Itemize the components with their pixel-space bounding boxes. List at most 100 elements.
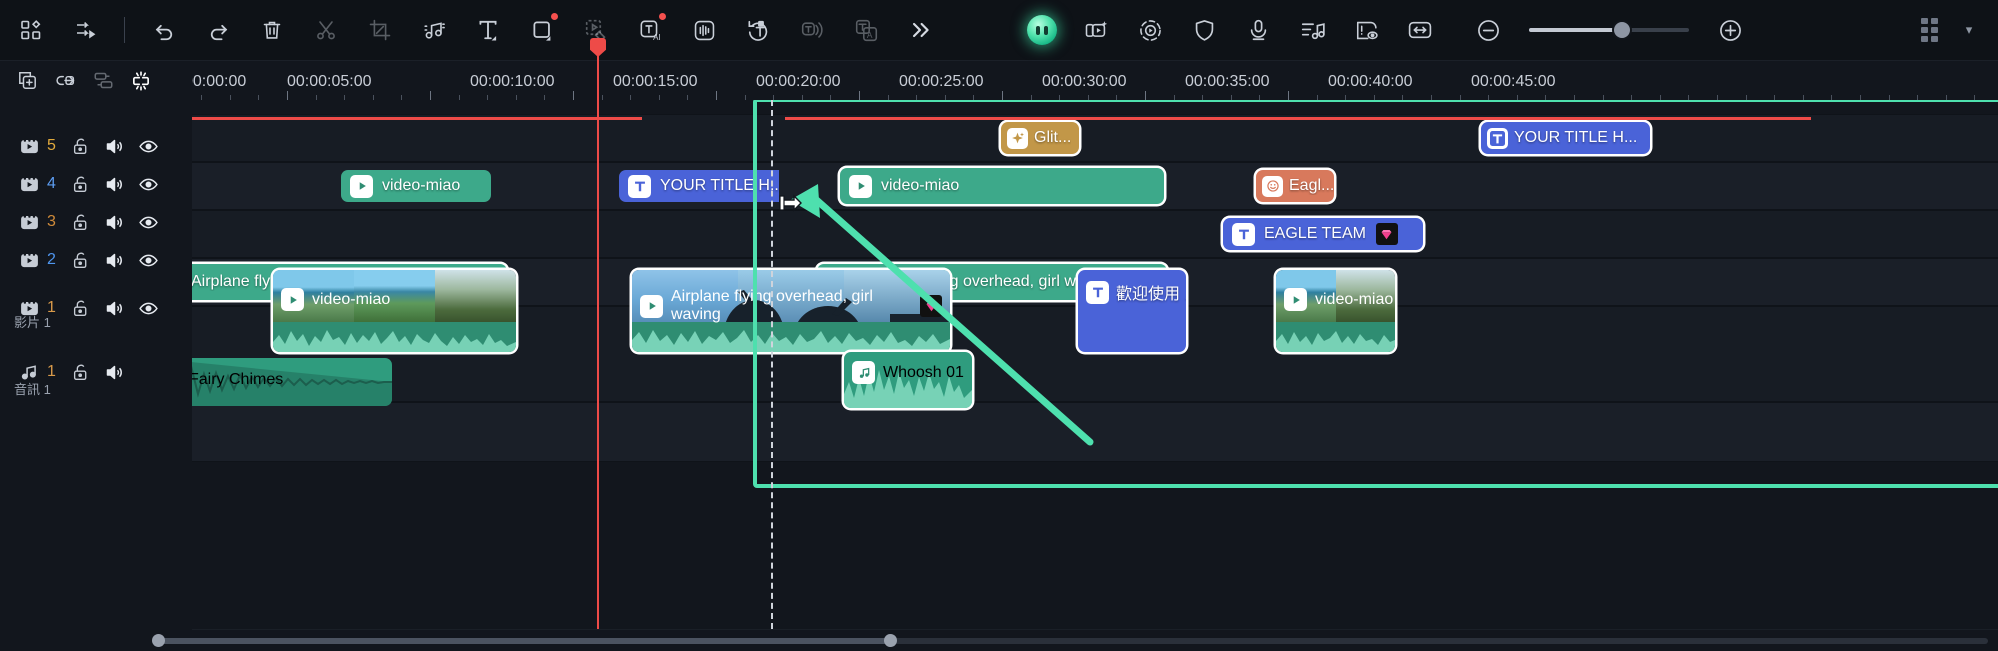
clip-whoosh-01[interactable]: Whoosh 01 xyxy=(844,352,972,408)
track-lock-icon[interactable] xyxy=(64,355,98,389)
shield-icon[interactable] xyxy=(1182,8,1226,52)
clip-label-wrap: video-miao xyxy=(281,288,390,311)
transform-icon[interactable] xyxy=(63,8,107,52)
track-mute-icon[interactable] xyxy=(98,243,132,277)
zoom-control[interactable] xyxy=(1461,8,1757,52)
text-to-speech-icon[interactable] xyxy=(790,8,834,52)
text-icon[interactable] xyxy=(466,8,510,52)
lane-video-3 xyxy=(192,210,1998,258)
clip-welcome-title[interactable]: 歡迎使用 ... xyxy=(1078,270,1186,352)
video-clip-icon xyxy=(281,288,304,311)
clip-video-miao-t4[interactable]: video-miao xyxy=(341,170,491,202)
clip-eagle-sticker[interactable]: Eagl... xyxy=(1256,170,1334,202)
track-visibility-icon[interactable] xyxy=(132,129,166,163)
playhead[interactable] xyxy=(590,38,606,629)
clip-video-miao-t1[interactable]: video-miao xyxy=(273,270,516,352)
voice-record-icon[interactable] xyxy=(1236,8,1280,52)
effect-icon xyxy=(1007,127,1028,149)
scrollbar-handle-right[interactable] xyxy=(884,634,897,647)
ai-text-icon[interactable]: AI xyxy=(628,8,672,52)
link-clips-icon[interactable] xyxy=(46,64,84,97)
preview-render-icon[interactable] xyxy=(1128,8,1172,52)
more-tools-icon[interactable] xyxy=(898,8,942,52)
add-track-icon[interactable] xyxy=(8,64,46,97)
clip-airplane-t1[interactable]: Airplane flying overhead, girl waving xyxy=(632,270,950,352)
zoom-slider-fill xyxy=(1529,28,1622,32)
timeline-ruler[interactable]: 00:00:00 00:00:05:00 00:00:10:00 00:00:1… xyxy=(192,61,1998,100)
track-header-video-2[interactable]: 2 xyxy=(0,236,192,284)
track-visibility-icon[interactable] xyxy=(132,243,166,277)
timeline-horizontal-scrollbar[interactable] xyxy=(0,629,1998,651)
track-mute-icon[interactable] xyxy=(98,167,132,201)
clip-label: Whoosh 01 xyxy=(883,363,964,381)
fit-to-timeline-icon[interactable] xyxy=(1398,8,1442,52)
zoom-out-button[interactable] xyxy=(1466,8,1510,52)
ai-video-icon[interactable] xyxy=(1074,8,1118,52)
clip-label-wrap: Airplane flying overhead, girl waving xyxy=(640,288,942,324)
grid-dots-icon[interactable] xyxy=(1907,8,1951,52)
undo-icon[interactable] xyxy=(142,8,186,52)
clip-label-wrap: 歡迎使用 ... xyxy=(1078,280,1186,304)
track-lock-icon[interactable] xyxy=(64,167,98,201)
audio-waveform-band xyxy=(632,322,950,352)
auto-caption-icon[interactable] xyxy=(736,8,780,52)
track-mute-icon[interactable] xyxy=(98,291,132,325)
clip-label: YOUR TITLE H... xyxy=(1514,129,1638,146)
clip-label: Fairy Chimes xyxy=(192,370,284,388)
translate-icon[interactable]: A xyxy=(844,8,888,52)
clip-fairy-chimes[interactable]: Fairy Chimes xyxy=(192,358,392,406)
timeline-canvas[interactable]: Glit... YOUR TITLE H... video-miao YOUR … xyxy=(192,100,1998,631)
audio-clip-icon xyxy=(852,361,875,384)
group-tracks-icon[interactable] xyxy=(84,64,122,97)
track-visibility-icon[interactable] xyxy=(132,291,166,325)
split-icon[interactable] xyxy=(304,8,348,52)
clip-glitch-effect[interactable]: Glit... xyxy=(1001,122,1079,154)
audio-waveform-icon[interactable] xyxy=(682,8,726,52)
media-library-icon[interactable] xyxy=(9,8,53,52)
clip-label: Airplane flying overhead, girl waving xyxy=(671,288,873,323)
clip-title-left[interactable]: YOUR TITLE H... xyxy=(619,170,779,202)
audio-detach-icon[interactable] xyxy=(412,8,456,52)
video-clip-icon xyxy=(350,174,373,198)
lane-audio-1 xyxy=(192,402,1998,462)
redo-icon[interactable] xyxy=(196,8,240,52)
lane-video-5 xyxy=(192,114,1998,162)
zoom-slider-knob[interactable] xyxy=(1614,22,1630,38)
scrollbar-thumb[interactable] xyxy=(160,638,895,644)
audio-mixer-icon[interactable] xyxy=(1290,8,1334,52)
clip-title-right[interactable]: YOUR TITLE H... xyxy=(1481,122,1650,154)
move-cursor xyxy=(779,194,802,212)
track-mute-icon[interactable] xyxy=(98,129,132,163)
zoom-slider[interactable] xyxy=(1529,22,1689,38)
delete-icon[interactable] xyxy=(250,8,294,52)
clip-eagle-team-title[interactable]: EAGLE TEAM xyxy=(1223,218,1423,250)
crop-icon[interactable] xyxy=(358,8,402,52)
marker-snap-icon[interactable] xyxy=(122,64,160,97)
ruler-label: 00:00:35:00 xyxy=(1185,73,1270,90)
shape-icon[interactable] xyxy=(520,8,564,52)
video-track-icon xyxy=(12,205,46,239)
ruler-tick-major xyxy=(716,91,717,100)
gem-badge-icon xyxy=(1375,223,1398,245)
track-lock-icon[interactable] xyxy=(64,243,98,277)
timeline-range-bar xyxy=(192,117,642,120)
main-toolbar: AI A ▾ xyxy=(0,0,1998,61)
track-mute-icon[interactable] xyxy=(98,355,132,389)
ruler-label: 00:00:00 xyxy=(192,73,247,90)
ai-assistant-icon[interactable] xyxy=(1020,8,1064,52)
marker-icon[interactable] xyxy=(1344,8,1388,52)
clip-label: video-miao xyxy=(382,177,461,194)
zoom-in-button[interactable] xyxy=(1708,8,1752,52)
clip-video-miao-t4b[interactable]: video-miao xyxy=(840,168,1164,204)
track-mute-icon[interactable] xyxy=(98,205,132,239)
track-lock-icon[interactable] xyxy=(64,291,98,325)
track-lock-icon[interactable] xyxy=(64,205,98,239)
video-editor-timeline-window: AI A ▾ 0:00:00 00:00:05:00 00:00:10:00 0… xyxy=(0,0,1998,651)
track-visibility-icon[interactable] xyxy=(132,205,166,239)
video-clip-icon xyxy=(1284,288,1307,311)
track-visibility-icon[interactable] xyxy=(132,167,166,201)
scrollbar-handle-left[interactable] xyxy=(152,634,165,647)
track-lock-icon[interactable] xyxy=(64,129,98,163)
clip-video-miao-t1b[interactable]: video-miao xyxy=(1276,270,1395,352)
toolbar-overflow-caret[interactable]: ▾ xyxy=(1956,8,1982,52)
